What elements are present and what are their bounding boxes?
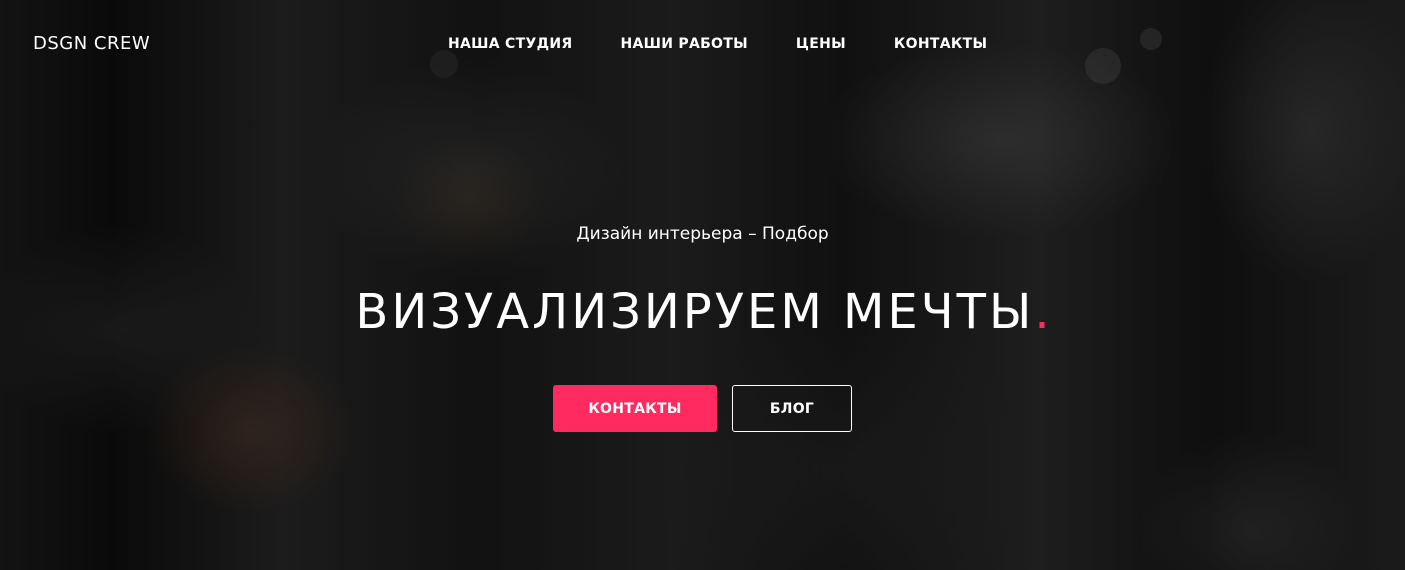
background-bokeh: [1140, 28, 1162, 50]
nav-link-contacts[interactable]: КОНТАКТЫ: [894, 36, 987, 52]
site-logo[interactable]: DSGN CREW: [33, 33, 150, 55]
main-nav: НАША СТУДИЯ НАШИ РАБОТЫ ЦЕНЫ КОНТАКТЫ: [448, 35, 987, 53]
nav-item: НАША СТУДИЯ: [448, 35, 572, 53]
hero-headline-text: ВИЗУАЛИЗИРУЕМ МЕЧТЫ: [355, 284, 1035, 340]
nav-link-prices[interactable]: ЦЕНЫ: [796, 36, 846, 52]
hero-headline-dot: .: [1034, 284, 1050, 340]
nav-link-studio[interactable]: НАША СТУДИЯ: [448, 36, 572, 52]
hero-headline: ВИЗУАЛИЗИРУЕМ МЕЧТЫ.: [0, 283, 1405, 341]
background-bokeh: [430, 50, 458, 78]
nav-item: НАШИ РАБОТЫ: [620, 35, 747, 53]
hero-subtitle: Дизайн интерьера – Подбор: [576, 224, 829, 244]
contacts-button[interactable]: КОНТАКТЫ: [553, 385, 717, 432]
nav-item: ЦЕНЫ: [796, 35, 846, 53]
background-bokeh: [1085, 48, 1121, 84]
nav-item: КОНТАКТЫ: [894, 35, 987, 53]
blog-button[interactable]: БЛОГ: [732, 385, 852, 432]
nav-link-works[interactable]: НАШИ РАБОТЫ: [620, 36, 747, 52]
hero-section: DSGN CREW НАША СТУДИЯ НАШИ РАБОТЫ ЦЕНЫ К…: [0, 0, 1405, 570]
